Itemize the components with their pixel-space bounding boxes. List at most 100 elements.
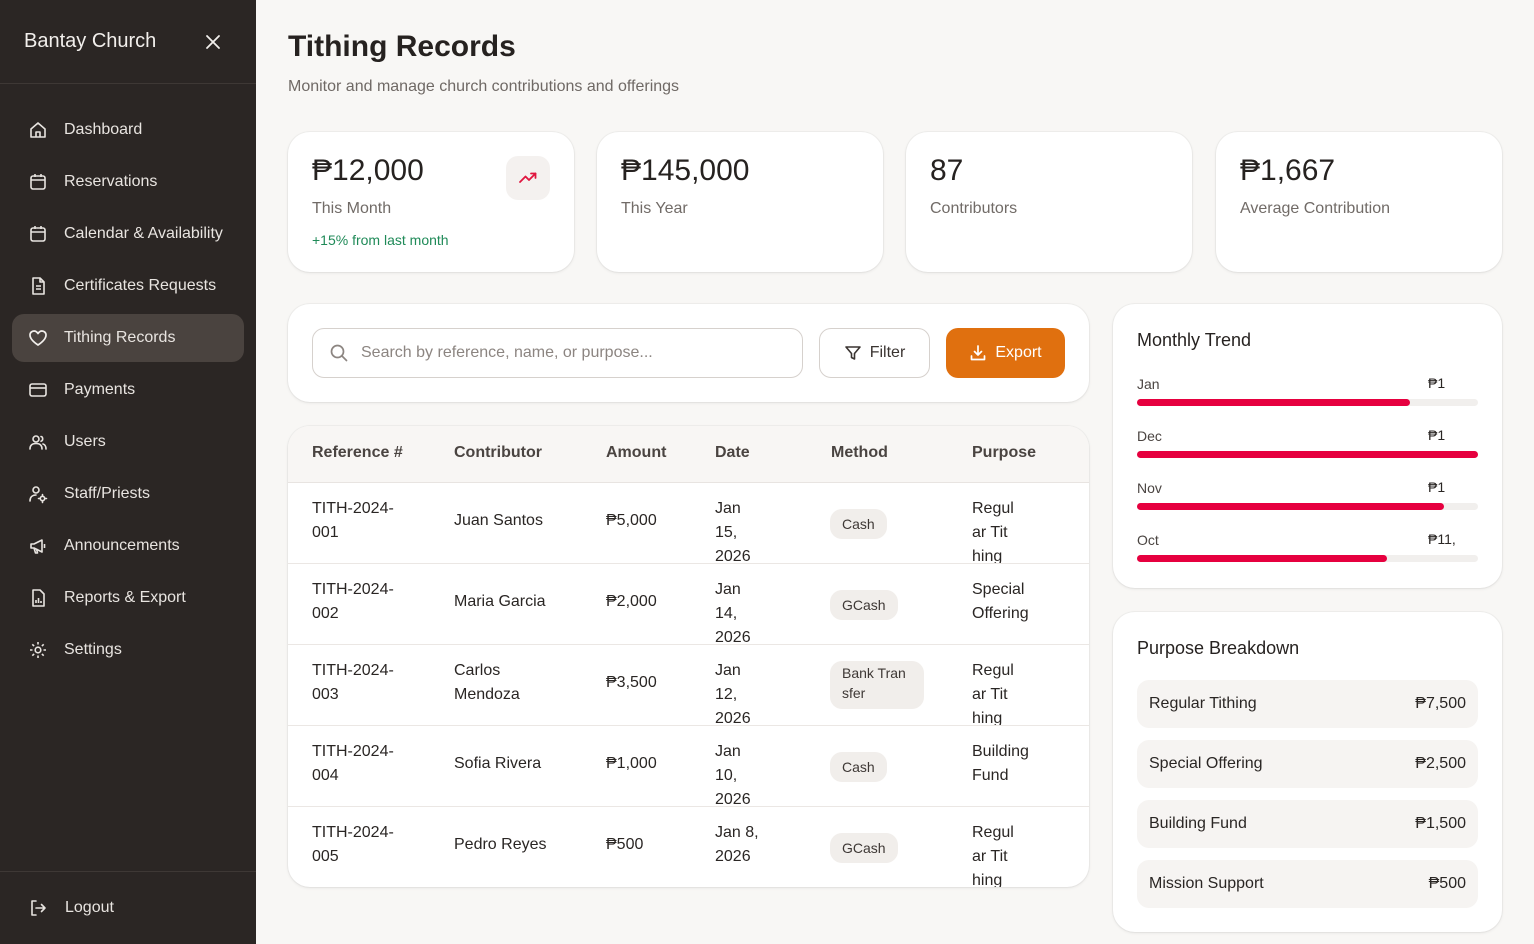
download-icon <box>969 344 987 362</box>
cell-date: Jan 12, 2026 <box>715 662 751 726</box>
sidebar-item-label: Dashboard <box>64 121 143 138</box>
filter-button[interactable]: Filter <box>819 328 930 378</box>
table-row[interactable]: TITH-2024-001 Juan Santos ₱5,000 Jan 15,… <box>288 483 1089 564</box>
table-header: Reference # Contributor Amount Date Meth… <box>288 426 1089 483</box>
sidebar-item-announcements[interactable]: Announcements <box>12 522 244 570</box>
user-cog-icon <box>28 484 48 504</box>
column-header-purpose[interactable]: Purpose <box>972 444 1036 462</box>
export-button[interactable]: Export <box>946 328 1065 378</box>
column-header-amount[interactable]: Amount <box>606 444 666 462</box>
purpose-breakdown-card: Purpose Breakdown Regular Tithing ₱7,500… <box>1113 612 1502 932</box>
trend-bar-fill <box>1137 503 1444 510</box>
table-row[interactable]: TITH-2024-003 Carlos Mendoza ₱3,500 Jan … <box>288 645 1089 726</box>
megaphone-icon <box>28 536 48 556</box>
trend-row: Jan ₱12,000 <box>1137 375 1478 416</box>
method-badge: Bank Transfer <box>830 661 924 709</box>
purpose-label: Special Offering <box>1149 755 1263 772</box>
trend-month: Jan <box>1137 376 1160 392</box>
trend-bar-track <box>1137 399 1478 406</box>
trend-row: Dec ₱15,000 <box>1137 427 1478 468</box>
document-icon <box>28 276 48 296</box>
column-header-contributor[interactable]: Contributor <box>454 444 542 462</box>
close-icon <box>206 34 220 49</box>
purpose-amount: ₱1,500 <box>1415 815 1466 832</box>
method-badge: Cash <box>830 509 887 539</box>
trend-amount: ₱11,000 <box>1428 531 1456 550</box>
trend-month: Oct <box>1137 532 1159 548</box>
cell-amount: ₱3,500 <box>606 674 657 691</box>
sidebar-item-label: Payments <box>64 381 136 398</box>
sidebar-item-users[interactable]: Users <box>12 418 244 466</box>
monthly-trend-title: Monthly Trend <box>1137 330 1252 350</box>
stat-card-contributors: 87 Contributors <box>906 132 1192 272</box>
sidebar-item-settings[interactable]: Settings <box>12 626 244 674</box>
method-badge: Cash <box>830 752 887 782</box>
logout-button[interactable]: Logout <box>0 871 256 944</box>
sidebar-item-staff-priests[interactable]: Staff/Priests <box>12 470 244 518</box>
purpose-amount: ₱2,500 <box>1415 755 1466 772</box>
trend-amount: ₱12,000 <box>1428 375 1455 394</box>
users-icon <box>28 432 48 452</box>
table-row[interactable]: TITH-2024-002 Maria Garcia ₱2,000 Jan 14… <box>288 564 1089 645</box>
filter-icon <box>844 344 862 362</box>
sidebar-nav: Dashboard Reservations Calendar & Availa… <box>12 106 244 678</box>
sidebar-item-label: Reports & Export <box>64 589 186 606</box>
sidebar-item-dashboard[interactable]: Dashboard <box>12 106 244 154</box>
stat-card-average-contribution: ₱1,667 Average Contribution <box>1216 132 1502 272</box>
sidebar-item-certificates[interactable]: Certificates Requests <box>12 262 244 310</box>
purpose-label: Regular Tithing <box>1149 695 1257 712</box>
stat-label: Average Contribution <box>1240 200 1391 217</box>
close-sidebar-button[interactable] <box>202 31 224 53</box>
cell-purpose: Building Fund <box>972 743 1029 784</box>
search-box[interactable] <box>312 328 803 378</box>
stat-change: +15% from last month <box>312 232 449 248</box>
sidebar-item-payments[interactable]: Payments <box>12 366 244 414</box>
purpose-item: Special Offering ₱2,500 <box>1137 740 1478 788</box>
trend-row: Oct ₱11,000 <box>1137 531 1478 572</box>
stat-label: This Year <box>621 200 688 217</box>
purpose-item: Mission Support ₱500 <box>1137 860 1478 908</box>
cell-date: Jan 8, 2026 <box>715 824 759 865</box>
credit-card-icon <box>28 380 48 400</box>
cell-contributor: Sofia Rivera <box>454 755 542 772</box>
cell-reference: TITH-2024-001 <box>312 500 394 541</box>
cell-amount: ₱5,000 <box>606 512 657 529</box>
sidebar-item-tithing-records[interactable]: Tithing Records <box>12 314 244 362</box>
column-header-date[interactable]: Date <box>715 444 750 462</box>
cell-date: Jan 14, 2026 <box>715 581 751 645</box>
purpose-amount: ₱500 <box>1428 875 1466 892</box>
trend-bar-fill <box>1137 399 1410 406</box>
cell-purpose: Regular Tithing <box>972 824 1014 887</box>
export-label: Export <box>995 344 1042 361</box>
logout-label: Logout <box>65 899 114 916</box>
cell-contributor: Maria Garcia <box>454 593 546 610</box>
stat-card-this-month: ₱12,000 This Month +15% from last month <box>288 132 574 272</box>
cell-contributor: Pedro Reyes <box>454 836 547 853</box>
gear-icon <box>28 640 48 660</box>
cell-amount: ₱2,000 <box>606 593 657 610</box>
trend-amount: ₱15,000 <box>1428 427 1455 446</box>
search-input[interactable] <box>361 344 781 362</box>
stat-value: ₱1,667 <box>1240 154 1336 187</box>
table-row[interactable]: TITH-2024-005 Pedro Reyes ₱500 Jan 8, 20… <box>288 807 1089 887</box>
sidebar-item-reservations[interactable]: Reservations <box>12 158 244 206</box>
sidebar-item-label: Users <box>64 433 106 450</box>
report-icon <box>28 588 48 608</box>
trend-bar-track <box>1137 503 1478 510</box>
cell-purpose: Regular Tithing <box>972 662 1014 726</box>
page-subtitle: Monitor and manage church contributions … <box>288 78 680 95</box>
method-badge: GCash <box>830 590 898 620</box>
cell-date: Jan 10, 2026 <box>715 743 751 807</box>
table-row[interactable]: TITH-2024-004 Sofia Rivera ₱1,000 Jan 10… <box>288 726 1089 807</box>
sidebar-item-reports-export[interactable]: Reports & Export <box>12 574 244 622</box>
sidebar-item-label: Tithing Records <box>64 329 176 346</box>
cell-reference: TITH-2024-004 <box>312 743 394 784</box>
cell-reference: TITH-2024-003 <box>312 662 394 703</box>
heart-icon <box>28 328 48 348</box>
column-header-reference[interactable]: Reference # <box>312 444 403 462</box>
sidebar-item-calendar[interactable]: Calendar & Availability <box>12 210 244 258</box>
cell-contributor: Carlos Mendoza <box>454 662 520 703</box>
column-header-method[interactable]: Method <box>831 444 888 462</box>
purpose-item: Regular Tithing ₱7,500 <box>1137 680 1478 728</box>
sidebar-header: Bantay Church <box>0 0 256 84</box>
